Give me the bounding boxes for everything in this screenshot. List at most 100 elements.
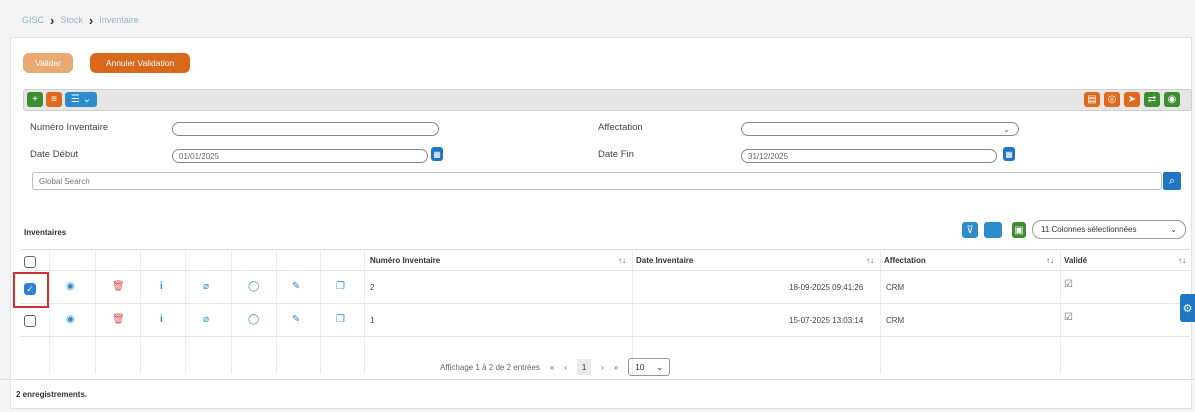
next-page-button[interactable]: › — [601, 363, 604, 372]
pagination-info: Affichage 1 à 2 de 2 entrées — [440, 362, 540, 372]
last-page-button[interactable]: » — [614, 363, 618, 372]
columns-selector-label: 11 Colonnes sélectionnées — [1041, 225, 1137, 234]
table-row[interactable]: ◉ 🗑 i ⌀ ◯ ✎ ❐ 1 15-07-2025 13:03:14 CRM … — [20, 304, 1190, 337]
comment-icon[interactable]: ◯ — [248, 281, 259, 292]
chevron-down-icon: ⌄ — [656, 361, 664, 372]
filter-icon: ⊽ — [966, 224, 974, 236]
valider-button[interactable]: Valider — [23, 53, 73, 73]
edit-icon[interactable]: ✎ — [292, 314, 300, 325]
record-count: 2 enregistrements. — [16, 390, 88, 399]
cell-date: 18-09-2025 09:41:26 — [789, 283, 864, 292]
footer-divider — [0, 379, 1195, 380]
info-icon[interactable]: i — [160, 314, 163, 325]
blank-blue-button[interactable] — [984, 222, 1002, 238]
rows-per-page-select[interactable]: 10 ⌄ — [628, 358, 671, 376]
table-row[interactable]: ✓ ◉ 🗑 i ⌀ ◯ ✎ ❐ 2 18-09-2025 09:41:26 CR… — [20, 271, 1190, 304]
filter-button[interactable]: ⊽ — [962, 222, 978, 238]
plus-icon: + — [32, 94, 38, 105]
header-valide[interactable]: Validé — [1064, 256, 1087, 265]
send-button[interactable]: ➤ — [1124, 92, 1140, 107]
validated-check-icon: ☑ — [1064, 312, 1073, 323]
breadcrumb: GISC › Stock › Inventaire — [22, 12, 139, 28]
search-button[interactable]: ⌕ — [1163, 172, 1181, 190]
chevron-right-icon: › — [50, 12, 55, 28]
affectation-label: Affectation — [598, 122, 643, 133]
inventaires-table: Numéro Inventaire ↑↓ Date Inventaire ↑↓ … — [20, 249, 1190, 374]
attachment-icon[interactable]: ⌀ — [203, 314, 209, 325]
export-button[interactable]: ▤ — [1084, 92, 1100, 107]
cell-numero: 1 — [370, 316, 375, 325]
gear-icon: ⚙ — [1182, 302, 1193, 315]
date-debut-label: Date Début — [30, 149, 79, 160]
header-date[interactable]: Date Inventaire — [636, 256, 693, 265]
prev-page-button[interactable]: ‹ — [564, 363, 567, 372]
info-icon[interactable]: i — [160, 281, 163, 292]
copy-icon[interactable]: ❐ — [336, 314, 345, 325]
eye-icon: ◉ — [1167, 94, 1177, 105]
sort-icon[interactable]: ↑↓ — [1046, 256, 1054, 265]
validated-check-icon: ☑ — [1064, 279, 1073, 290]
date-debut-input[interactable]: 01/01/2025 — [172, 149, 428, 163]
columns-selector[interactable]: 11 Colonnes sélectionnées ⌄ — [1032, 220, 1186, 239]
first-page-button[interactable]: « — [550, 363, 554, 372]
breadcrumb-gisc[interactable]: GISC — [22, 15, 44, 25]
chevron-right-icon: › — [88, 12, 94, 28]
affectation-select[interactable]: ⌄ — [741, 122, 1019, 136]
numero-inventaire-label: Numéro Inventaire — [30, 122, 109, 133]
spreadsheet-icon: ▣ — [1014, 224, 1024, 236]
date-fin-label: Date Fin — [598, 149, 634, 160]
target-icon: ◎ — [1107, 94, 1117, 105]
chevron-down-icon: ⌄ — [82, 94, 92, 105]
breadcrumb-inventaire: Inventaire — [99, 15, 139, 25]
cell-affectation: CRM — [886, 283, 905, 292]
copy-icon[interactable]: ❐ — [336, 281, 345, 292]
rows-per-page-value: 10 — [635, 362, 645, 372]
eye-icon[interactable]: ◉ — [66, 314, 75, 325]
chevron-down-icon: ⌄ — [1170, 225, 1177, 234]
view-menu-button[interactable]: ☰ ⌄ — [65, 92, 97, 107]
print-button[interactable]: ◎ — [1104, 92, 1120, 107]
table-header-row: Numéro Inventaire ↑↓ Date Inventaire ↑↓ … — [20, 250, 1190, 271]
send-icon: ➤ — [1127, 94, 1137, 105]
annuler-validation-button[interactable]: Annuler Validation — [90, 53, 190, 73]
edit-icon[interactable]: ✎ — [292, 281, 300, 292]
numero-inventaire-input[interactable] — [172, 122, 439, 136]
eye-icon[interactable]: ◉ — [66, 281, 75, 292]
calendar-icon[interactable]: ▦ — [431, 147, 443, 161]
header-numero[interactable]: Numéro Inventaire — [370, 256, 440, 265]
list-icon: ≡ — [51, 94, 57, 105]
document-icon: ▤ — [1087, 94, 1097, 105]
global-search-input[interactable]: Global Search — [32, 172, 1162, 190]
date-fin-input[interactable]: 31/12/2025 — [741, 149, 997, 163]
select-all-checkbox[interactable] — [24, 256, 36, 268]
trash-icon[interactable]: 🗑 — [112, 314, 125, 325]
header-affectation[interactable]: Affectation — [884, 256, 926, 265]
toolbar: + ≡ ☰ ⌄ ▤ ◎ ➤ ⇄ ◉ — [23, 89, 1192, 111]
breadcrumb-stock[interactable]: Stock — [60, 15, 83, 25]
chevron-down-icon: ⌄ — [1003, 124, 1010, 134]
attachment-icon[interactable]: ⌀ — [203, 281, 209, 292]
list-button[interactable]: ≡ — [46, 92, 62, 107]
excel-button[interactable]: ▣ — [1012, 222, 1026, 238]
row-checkbox[interactable] — [24, 315, 36, 327]
sort-icon[interactable]: ↑↓ — [866, 256, 874, 265]
add-button[interactable]: + — [27, 92, 43, 107]
menu-icon: ☰ — [70, 94, 80, 105]
trash-icon[interactable]: 🗑 — [112, 281, 125, 292]
pagination: Affichage 1 à 2 de 2 entrées « ‹ 1 › » 1… — [440, 357, 671, 377]
calendar-icon[interactable]: ▦ — [1003, 147, 1015, 161]
page-1-button[interactable]: 1 — [577, 359, 592, 375]
cell-affectation: CRM — [886, 316, 905, 325]
settings-side-tab[interactable]: ⚙ — [1180, 294, 1195, 322]
cell-numero: 2 — [370, 283, 375, 292]
toggle-view-button[interactable]: ◉ — [1164, 92, 1180, 107]
search-icon: ⌕ — [1168, 174, 1176, 187]
sort-icon[interactable]: ↑↓ — [618, 256, 626, 265]
selection-highlight — [13, 272, 49, 308]
sort-icon[interactable]: ↑↓ — [1178, 256, 1186, 265]
table-title: Inventaires — [24, 228, 67, 237]
comment-icon[interactable]: ◯ — [248, 314, 259, 325]
swap-icon: ⇄ — [1147, 94, 1157, 105]
cell-date: 15-07-2025 13:03:14 — [789, 316, 864, 325]
transfer-button[interactable]: ⇄ — [1144, 92, 1160, 107]
